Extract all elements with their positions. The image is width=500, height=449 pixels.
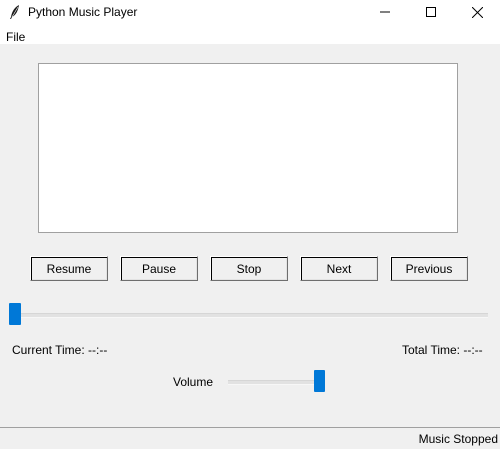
seek-slider-thumb[interactable] <box>9 303 21 325</box>
volume-slider-track[interactable] <box>228 380 324 385</box>
volume-slider-thumb[interactable] <box>314 370 325 392</box>
maximize-icon <box>426 7 436 17</box>
status-bar: Music Stopped <box>0 427 500 449</box>
pause-button[interactable]: Pause <box>120 256 198 281</box>
maximize-button[interactable] <box>408 0 454 24</box>
seek-slider-track[interactable] <box>10 313 488 318</box>
current-time-label: Current Time: --:-- <box>12 343 108 357</box>
feather-icon <box>10 5 19 19</box>
minimize-button[interactable] <box>362 0 408 24</box>
menu-bar: File <box>0 24 500 44</box>
title-bar: Python Music Player <box>0 0 500 24</box>
total-time-label: Total Time: --:-- <box>402 343 483 357</box>
main-panel: Resume Pause Stop Next Previous Current … <box>0 44 500 449</box>
menu-file[interactable]: File <box>6 30 25 44</box>
volume-label: Volume <box>173 375 214 389</box>
stop-button[interactable]: Stop <box>210 256 288 281</box>
previous-button[interactable]: Previous <box>390 256 468 281</box>
status-text: Music Stopped <box>418 432 498 446</box>
close-icon <box>471 6 483 18</box>
next-button[interactable]: Next <box>300 256 378 281</box>
minimize-icon <box>380 11 390 13</box>
resume-button[interactable]: Resume <box>30 256 108 281</box>
close-button[interactable] <box>454 0 500 24</box>
playlist-box[interactable] <box>38 63 458 233</box>
window-title: Python Music Player <box>28 5 138 19</box>
